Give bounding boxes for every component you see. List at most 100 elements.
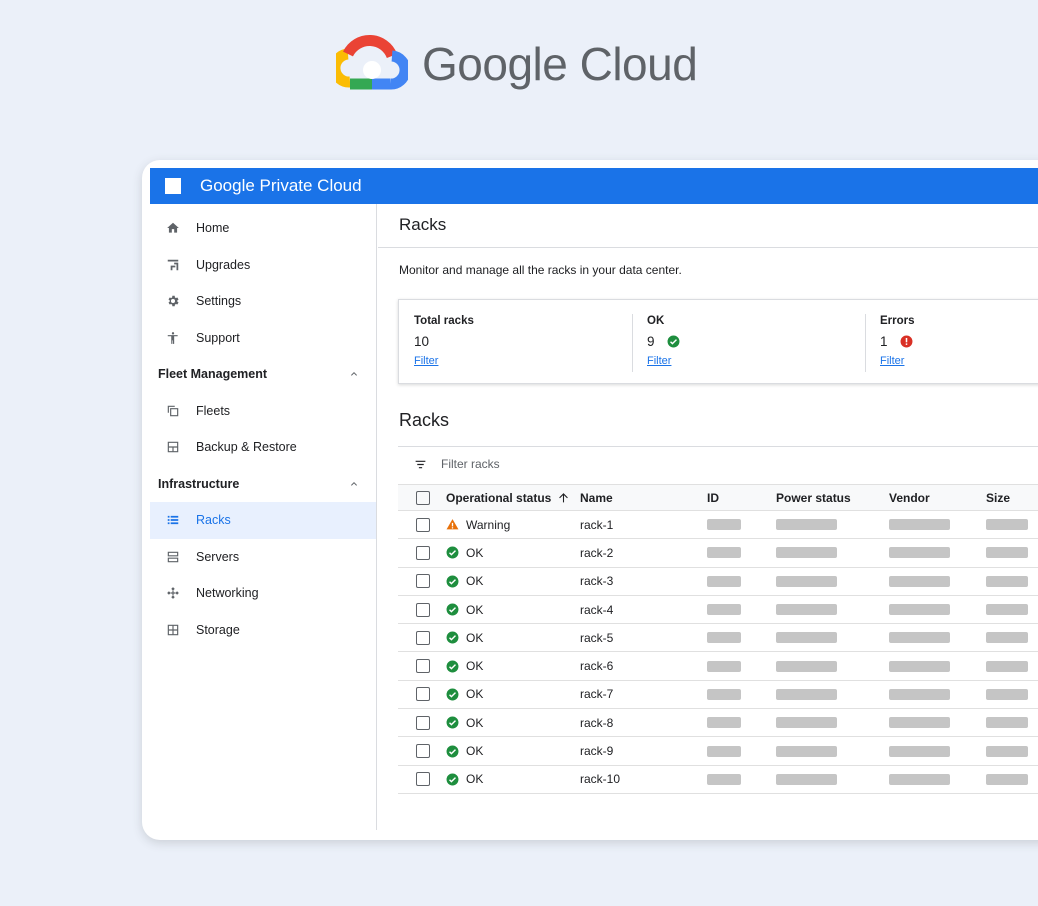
status-cell: OK [446,603,580,617]
backup-icon [167,442,179,453]
fleets-icon [167,405,179,416]
redacted-vendor [889,519,950,531]
row-checkbox[interactable] [416,517,430,532]
select-all-checkbox[interactable] [416,490,430,505]
status-cell: OK [446,772,580,786]
list-icon [167,516,179,525]
google-cloud-brand: Google Cloud [336,34,698,94]
rack-name[interactable]: rack-1 [580,518,707,532]
status-cell: Warning [446,518,580,532]
sidebar-item-upgrades[interactable]: Upgrades [150,247,376,284]
table-row[interactable]: OK rack-3 [398,568,1038,596]
sidebar-item-label: Backup & Restore [196,440,297,455]
row-checkbox[interactable] [416,715,430,730]
table-row[interactable]: OK rack-5 [398,624,1038,653]
filter-link-ok[interactable]: Filter [647,355,671,367]
rack-name[interactable]: rack-9 [580,744,707,758]
networking-icon [167,587,179,600]
redacted-power-status [776,688,837,700]
row-checkbox[interactable] [416,545,430,560]
column-header-id[interactable]: ID [707,491,776,505]
redacted-vendor [889,547,950,559]
row-checkbox[interactable] [416,772,430,787]
check-circle-icon [446,575,459,588]
table-row[interactable]: OK rack-10 [398,766,1038,794]
sidebar-section-infrastructure[interactable]: Infrastructure [150,466,376,503]
column-header-label: Operational status [446,490,552,505]
summary-card: Total racks 10 Filter OK 9 Filter Errors… [398,299,1038,384]
check-circle-icon [446,688,459,701]
status-text: OK [466,715,484,730]
rack-name[interactable]: rack-4 [580,603,707,617]
redacted-power-status [776,745,837,757]
divider [378,247,1038,248]
page-description: Monitor and manage all the racks in your… [399,263,682,277]
check-circle-icon [446,716,459,729]
status-text: Warning [466,517,511,532]
arrow-up-icon[interactable] [557,491,570,504]
redacted-id [707,519,741,531]
column-header-operational-status[interactable]: Operational status [446,491,580,505]
table-row[interactable]: Warning rack-1 [398,511,1038,540]
rack-name[interactable]: rack-8 [580,716,707,730]
row-checkbox[interactable] [416,574,430,589]
row-checkbox[interactable] [416,602,430,617]
rack-name[interactable]: rack-10 [580,772,707,786]
filter-link-total[interactable]: Filter [414,355,438,367]
column-header-vendor[interactable]: Vendor [889,491,986,505]
app-window: Google Private Cloud Home Upgrades Setti… [142,160,1038,840]
section-title: Racks [399,410,450,430]
sidebar-item-support[interactable]: Support [150,320,376,357]
stat-ok: OK 9 Filter [632,300,865,383]
rack-name[interactable]: rack-6 [580,659,707,673]
redacted-vendor [889,773,950,785]
sidebar-section-label: Infrastructure [158,476,240,491]
redacted-id [707,688,741,700]
redacted-vendor [889,575,950,587]
row-checkbox[interactable] [416,744,430,759]
page-title: Racks [399,215,447,234]
status-cell: OK [446,744,580,758]
rack-name[interactable]: rack-7 [580,687,707,701]
app-logo-icon[interactable] [165,178,181,194]
row-checkbox[interactable] [416,687,430,702]
redacted-vendor [889,660,950,672]
sidebar-item-settings[interactable]: Settings [150,283,376,320]
sidebar-item-backup-restore[interactable]: Backup & Restore [150,429,376,466]
sidebar-section-fleet-management[interactable]: Fleet Management [150,356,376,393]
table-row[interactable]: OK rack-7 [398,681,1038,710]
sidebar-item-label: Servers [196,549,240,564]
filter-icon [415,460,426,468]
column-header-size[interactable]: Size [986,491,1038,505]
table-row[interactable]: OK rack-4 [398,596,1038,625]
table-row[interactable]: OK rack-6 [398,652,1038,681]
sidebar-item-servers[interactable]: Servers [150,539,376,576]
row-checkbox[interactable] [416,659,430,674]
status-cell: OK [446,546,580,560]
table-body: Warning rack-1 OK rack-2 OK rack-3 OK rack-4 OK r… [398,511,1038,794]
filter-input[interactable]: Filter racks [441,457,500,471]
rack-name[interactable]: rack-5 [580,631,707,645]
stat-value: 10 [414,334,430,349]
sidebar-item-home[interactable]: Home [150,210,376,247]
redacted-vendor [889,688,950,700]
sidebar-item-label: Support [196,330,240,345]
sidebar-item-networking[interactable]: Networking [150,575,376,612]
table-row[interactable]: OK rack-2 [398,539,1038,568]
table-row[interactable]: OK rack-9 [398,737,1038,766]
table-row[interactable]: OK rack-8 [398,709,1038,738]
sidebar-item-racks[interactable]: Racks [150,502,376,539]
redacted-size [986,519,1028,531]
row-checkbox[interactable] [416,630,430,645]
redacted-power-status [776,547,837,559]
check-circle-icon [667,335,679,348]
sidebar-item-fleets[interactable]: Fleets [150,393,376,430]
column-header-power-status[interactable]: Power status [776,491,889,505]
column-header-name[interactable]: Name [580,491,707,505]
rack-name[interactable]: rack-3 [580,574,707,588]
filter-bar[interactable]: Filter racks [414,457,500,471]
rack-name[interactable]: rack-2 [580,546,707,560]
filter-link-errors[interactable]: Filter [880,355,904,367]
divider [398,446,1038,447]
sidebar-item-storage[interactable]: Storage [150,612,376,649]
